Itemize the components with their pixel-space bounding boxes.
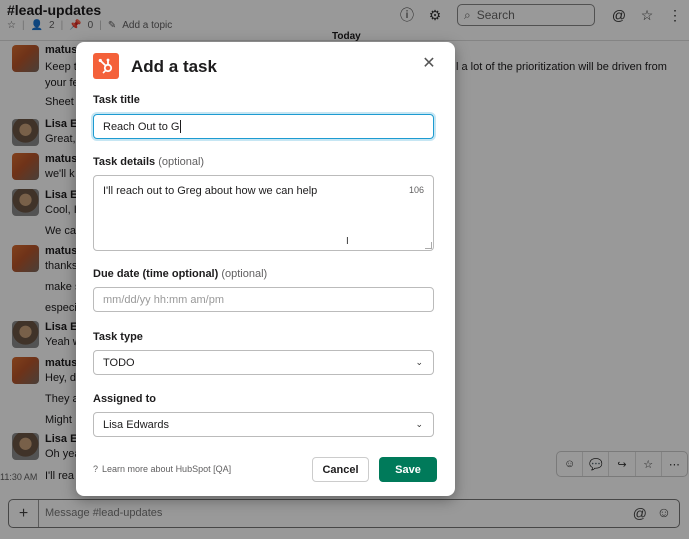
- assigned-to-value: Lisa Edwards: [103, 418, 170, 431]
- save-button[interactable]: Save: [379, 457, 437, 482]
- task-type-label: Task type: [93, 331, 143, 343]
- task-title-label: Task title: [93, 94, 140, 106]
- task-details-textarea[interactable]: I'll reach out to Greg about how we can …: [93, 175, 434, 251]
- modal-title: Add a task: [131, 57, 217, 76]
- text-caret: [180, 120, 182, 133]
- due-date-label: Due date (time optional) (optional): [93, 268, 267, 280]
- due-date-label-text: Due date (time optional): [93, 268, 219, 280]
- text-cursor-icon: I: [346, 236, 349, 247]
- learn-more-text: Learn more about HubSpot [QA]: [102, 464, 232, 474]
- task-title-value: Reach Out to G: [103, 120, 180, 133]
- task-details-value: I'll reach out to Greg about how we can …: [103, 185, 318, 197]
- optional-tag: (optional): [158, 156, 205, 168]
- chevron-down-icon: ⌄: [415, 419, 423, 429]
- task-details-label-text: Task details: [93, 156, 156, 168]
- close-icon[interactable]: ✕: [420, 54, 438, 72]
- cancel-button[interactable]: Cancel: [312, 457, 369, 482]
- task-type-select[interactable]: TODO ⌄: [93, 350, 434, 375]
- due-date-input[interactable]: mm/dd/yy hh:mm am/pm: [93, 287, 434, 312]
- task-details-label: Task details (optional): [93, 156, 204, 168]
- optional-tag: (optional): [221, 268, 268, 280]
- resize-handle[interactable]: [425, 242, 432, 249]
- help-icon: ?: [93, 464, 99, 474]
- task-type-value: TODO: [103, 356, 135, 369]
- task-title-input[interactable]: Reach Out to G: [93, 114, 434, 139]
- hubspot-logo-icon: [93, 53, 119, 79]
- assigned-to-select[interactable]: Lisa Edwards ⌄: [93, 412, 434, 437]
- assigned-to-label: Assigned to: [93, 393, 156, 405]
- chevron-down-icon: ⌄: [415, 357, 423, 367]
- add-task-modal: Add a task ✕ Task title Reach Out to G T…: [76, 42, 455, 496]
- learn-more-link[interactable]: ? Learn more about HubSpot [QA]: [93, 464, 231, 474]
- character-count: 106: [408, 185, 424, 195]
- due-date-placeholder: mm/dd/yy hh:mm am/pm: [103, 293, 225, 306]
